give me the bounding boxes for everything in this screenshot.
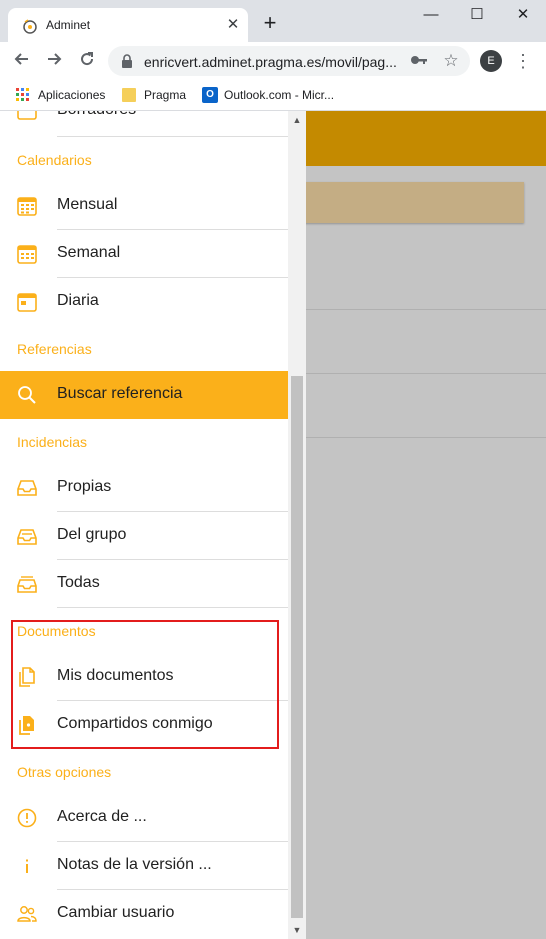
adminet-favicon-icon <box>23 19 37 34</box>
folder-icon <box>122 88 136 102</box>
divider <box>57 607 288 608</box>
navigation-drawer: Borradores Calendarios Mensual Semanal <box>0 111 288 939</box>
maximize-button[interactable]: ☐ <box>454 0 500 30</box>
background-card <box>298 182 524 223</box>
drawer-item-notas-version[interactable]: Notas de la versión ... <box>0 842 288 890</box>
bookmark-aplicaciones[interactable]: Aplicaciones <box>16 86 116 104</box>
drawer-item-label: Borradores <box>57 111 136 119</box>
url-text[interactable]: enricvert.adminet.pragma.es/movil/pag... <box>144 54 402 70</box>
drawer-item-label: Buscar referencia <box>57 385 183 402</box>
calendar-month-icon <box>17 197 37 216</box>
drawer-item-label: Diaria <box>57 292 99 309</box>
drawer-item-label: Mensual <box>57 196 118 213</box>
bookmarks-bar: Aplicaciones Pragma O Outlook.com - Micr… <box>0 80 546 111</box>
reload-icon[interactable] <box>75 50 99 72</box>
info-icon <box>26 859 28 873</box>
users-icon <box>17 906 37 922</box>
info-circle-icon <box>17 808 37 828</box>
browser-toolbar: enricvert.adminet.pragma.es/movil/pag...… <box>0 42 546 80</box>
bookmark-outlook[interactable]: O Outlook.com - Micr... <box>202 86 362 104</box>
drawer-item-label: Propias <box>57 478 112 495</box>
drawer-item-label: Cambiar usuario <box>57 904 175 921</box>
inbox-multiple-icon <box>17 529 37 545</box>
drawer-item-label: Del grupo <box>57 526 127 543</box>
drawer-item-del-grupo[interactable]: Del grupo <box>0 512 288 560</box>
drawer-item-label: Todas <box>57 574 100 591</box>
lock-icon <box>122 54 132 68</box>
drawer-item-cambiar-usuario[interactable]: Cambiar usuario <box>0 890 288 938</box>
scroll-down-arrow-icon[interactable]: ▼ <box>292 925 302 935</box>
browser-menu-icon[interactable]: ⋮ <box>512 50 534 72</box>
drawer-item-buscar-referencia[interactable]: Buscar referencia <box>0 371 288 419</box>
drawer-item-mensual[interactable]: Mensual <box>0 182 288 230</box>
drawer-item-semanal[interactable]: Semanal <box>0 230 288 278</box>
inbox-icon <box>17 480 37 496</box>
drawer-item-acerca-de[interactable]: Acerca de ... <box>0 794 288 842</box>
drawer-item-propias[interactable]: Propias <box>0 464 288 512</box>
drawer-item-label: Notas de la versión ... <box>57 856 212 873</box>
bookmark-pragma[interactable]: Pragma <box>122 86 202 104</box>
background-divider <box>288 309 546 310</box>
new-tab-button[interactable]: + <box>258 12 282 36</box>
forward-arrow-icon[interactable] <box>42 50 66 72</box>
tab-close-icon[interactable]: ✕ <box>224 16 242 34</box>
tab-title: Adminet <box>46 18 91 32</box>
bookmark-label: Outlook.com - Micr... <box>224 88 335 102</box>
bookmark-label: Pragma <box>144 88 187 102</box>
section-title-calendarios: Calendarios <box>17 152 92 168</box>
drawer-item-todas[interactable]: Todas <box>0 560 288 608</box>
drafts-icon <box>17 111 37 120</box>
close-window-button[interactable]: ✕ <box>500 0 546 30</box>
outlook-icon: O <box>202 87 218 103</box>
scrollbar-thumb[interactable] <box>291 376 303 918</box>
calendar-week-icon <box>17 245 37 264</box>
page-content: Borradores Calendarios Mensual Semanal <box>0 111 546 939</box>
section-title-incidencias: Incidencias <box>17 434 88 450</box>
profile-avatar[interactable]: E <box>480 50 502 72</box>
apps-grid-icon <box>16 88 30 102</box>
scroll-up-arrow-icon[interactable]: ▲ <box>292 115 302 125</box>
calendar-day-icon <box>17 293 37 312</box>
minimize-button[interactable]: — <box>408 0 454 30</box>
drawer-scrollbar[interactable]: ▲ ▼ <box>288 111 306 939</box>
drawer-item-diaria[interactable]: Diaria <box>0 278 288 326</box>
background-divider <box>288 373 546 374</box>
bookmark-star-icon[interactable]: ☆ <box>440 51 462 71</box>
address-bar[interactable]: enricvert.adminet.pragma.es/movil/pag...… <box>108 46 470 76</box>
documents-section-highlight <box>11 620 279 749</box>
bookmark-label: Aplicaciones <box>38 88 106 102</box>
back-arrow-icon[interactable] <box>10 50 34 72</box>
inbox-all-icon <box>17 576 37 593</box>
key-icon[interactable] <box>408 52 430 70</box>
app-header-background <box>288 111 546 166</box>
drawer-item-borradores[interactable]: Borradores <box>0 111 288 135</box>
drawer-item-label: Semanal <box>57 244 121 261</box>
search-icon <box>18 386 36 404</box>
section-title-referencias: Referencias <box>17 341 92 357</box>
divider <box>57 136 288 137</box>
background-divider <box>288 437 546 438</box>
drawer-item-label: Acerca de ... <box>57 808 147 825</box>
tab-strip: Adminet ✕ + — ☐ ✕ <box>0 0 546 42</box>
section-title-otras-opciones: Otras opciones <box>17 764 112 780</box>
tab-adminet[interactable]: Adminet ✕ <box>8 8 248 42</box>
